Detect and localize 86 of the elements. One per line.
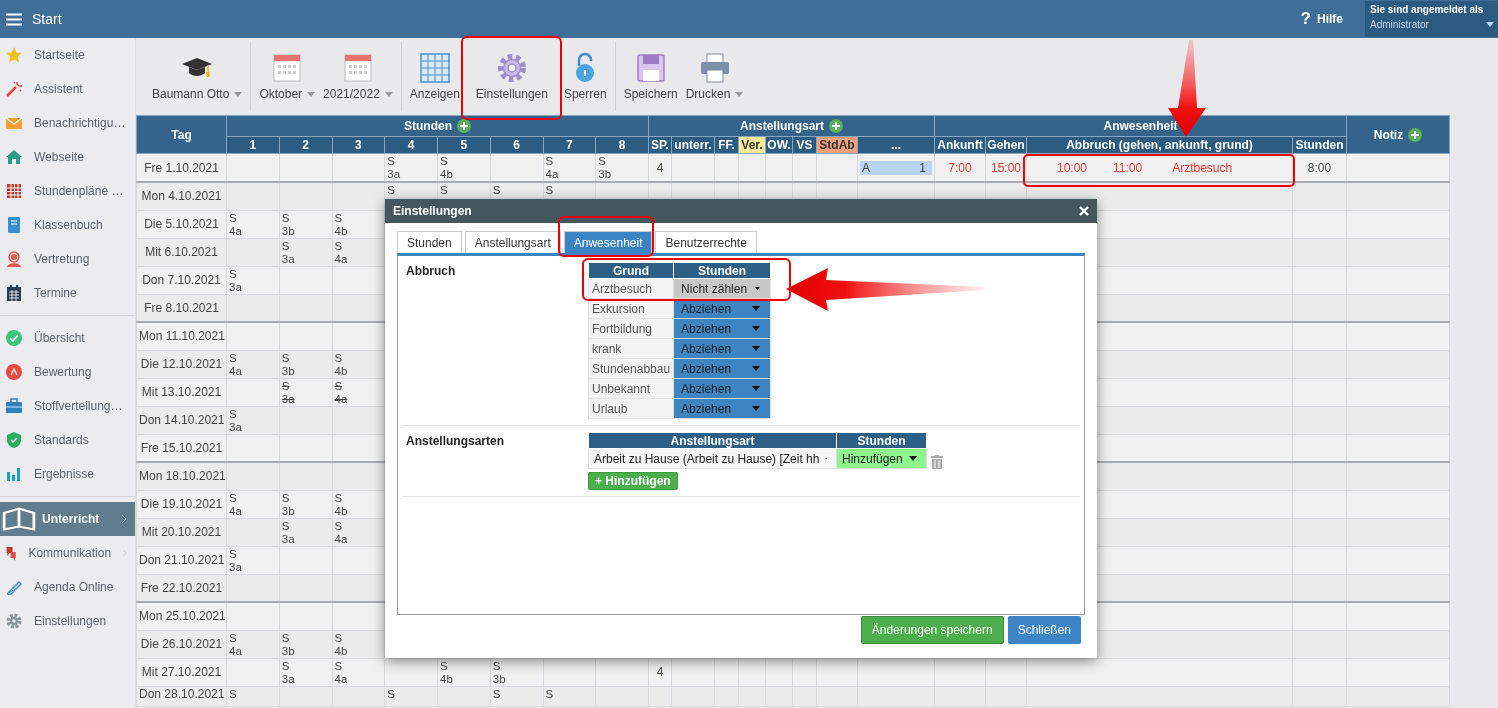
sidebar-item[interactable]: Übersicht: [0, 321, 135, 355]
column-header: Stunden: [673, 262, 771, 279]
sidebar-item[interactable]: Benachrichtigu…: [0, 106, 135, 140]
table-cell: Urlaub: [588, 398, 674, 419]
toolbar-button[interactable]: Speichern: [619, 42, 682, 111]
column-header: Anwesenheit: [1103, 119, 1178, 133]
hours-select[interactable]: Hinzufügen: [837, 449, 926, 468]
close-button[interactable]: Schließen: [1007, 616, 1081, 644]
tab[interactable]: Anwesenheit: [563, 231, 653, 253]
table-cell: Arztbesuch: [588, 278, 674, 299]
date-cell: Don 21.10.2021: [136, 546, 227, 574]
code-field[interactable]: A 1: [860, 160, 932, 175]
column-header: Notiz: [1373, 127, 1404, 142]
sidebar-item[interactable]: Unterricht: [0, 502, 135, 536]
column-header: Stunden: [836, 432, 927, 449]
date-cell: Die 19.10.2021: [136, 490, 227, 518]
page-title: Start: [32, 11, 62, 27]
date-cell: Mit 13.10.2021: [136, 378, 227, 406]
date-cell: Fre 15.10.2021: [136, 434, 227, 462]
tab[interactable]: Anstellungsart: [464, 231, 561, 253]
sidebar-item[interactable]: Termine: [0, 276, 135, 310]
sidebar-item[interactable]: Agenda Online: [0, 570, 135, 604]
time-text: 10:00: [1057, 160, 1088, 175]
type-select[interactable]: Arbeit zu Hause (Arbeit zu Hause) [Zeit hh: [589, 449, 836, 468]
sidebar-item[interactable]: Klassenbuch: [0, 208, 135, 242]
toolbar-button[interactable]: Anzeigen: [405, 42, 464, 111]
sidebar-item[interactable]: Ergebnisse: [0, 457, 135, 491]
date-cell: Die 5.10.2021: [136, 210, 227, 238]
sidebar-item[interactable]: Stundenpläne …: [0, 174, 135, 208]
sidebar-item[interactable]: Vertretung: [0, 242, 135, 276]
sidebar-item[interactable]: Assistent: [0, 72, 135, 106]
date-cell: Mon 4.10.2021: [136, 182, 227, 210]
hours-select[interactable]: Abziehen: [674, 359, 771, 378]
sidebar-item[interactable]: Webseite: [0, 140, 135, 174]
table-cell: krank: [588, 338, 674, 359]
date-cell: Mon 11.10.2021: [136, 322, 227, 350]
hours-select[interactable]: Nicht zählen: [674, 279, 771, 298]
toolbar-button[interactable]: Einstellungen: [463, 42, 560, 111]
toolbar-button[interactable]: Drucken: [681, 42, 748, 111]
date-cell: Don 7.10.2021: [136, 266, 227, 294]
sidebar-item[interactable]: Einstellungen: [0, 604, 135, 638]
date-cell: Mit 20.10.2021: [136, 518, 227, 546]
hours-select[interactable]: Abziehen: [674, 339, 771, 358]
sidebar-item[interactable]: Standards: [0, 423, 135, 457]
table-cell: Fortbildung: [588, 318, 674, 339]
hours-select[interactable]: Abziehen: [674, 399, 771, 418]
help-icon[interactable]: ?: [1300, 9, 1311, 29]
table-cell: Unbekannt: [588, 378, 674, 399]
tab[interactable]: Benutzerrechte: [655, 231, 757, 253]
date-cell: Mit 6.10.2021: [136, 238, 227, 266]
hours-select[interactable]: Abziehen: [674, 319, 771, 338]
sidebar-item[interactable]: Bewertung: [0, 355, 135, 389]
sidebar-item[interactable]: Stoffverteilung…: [0, 389, 135, 423]
date-cell: Mit 27.10.2021: [136, 658, 227, 686]
date-cell: Die 12.10.2021: [136, 350, 227, 378]
column-header: Anstellungsart: [740, 119, 824, 133]
toolbar-button[interactable]: 2021/2022: [319, 42, 397, 111]
section-label: Abbruch: [405, 263, 457, 280]
code-letter: A: [862, 160, 870, 175]
toolbar-button[interactable]: Sperren: [559, 42, 611, 111]
date-cell: Don 14.10.2021: [136, 406, 227, 434]
code-value: 1: [919, 160, 926, 175]
sidebar-item[interactable]: Kommunikation: [0, 536, 135, 570]
section-label: Anstellungsarten: [405, 433, 505, 450]
toolbar-button[interactable]: Oktober: [255, 42, 320, 111]
user-name: Administrator: [1370, 19, 1429, 30]
date-cell: Don 28.10.2021: [136, 686, 227, 706]
reason-text: Arztbesuch: [1172, 160, 1233, 175]
column-header: Grund: [588, 262, 674, 279]
table-cell: Stundenabbau: [588, 358, 674, 379]
date-cell: Fre 22.10.2021: [136, 574, 227, 602]
column-header: Stunden: [404, 119, 452, 133]
column-header: Tag: [171, 127, 192, 142]
date-cell: Fre 8.10.2021: [136, 294, 227, 322]
date-cell: Die 26.10.2021: [136, 630, 227, 658]
toolbar-button[interactable]: Baumann Otto: [148, 42, 247, 111]
column-header: Anstellungsart: [588, 432, 837, 449]
sidebar-item[interactable]: Startseite: [0, 38, 135, 72]
hours-select[interactable]: Abziehen: [674, 379, 771, 398]
date-cell: Mon 18.10.2021: [136, 462, 227, 490]
time-text: 11:00: [1113, 160, 1143, 175]
tab[interactable]: Stunden: [397, 231, 462, 253]
help-link[interactable]: Hilfe: [1317, 12, 1343, 26]
date-cell: Mon 25.10.2021: [136, 602, 227, 630]
login-label: Sie sind angemeldet als: [1370, 4, 1485, 15]
user-menu[interactable]: Sie sind angemeldet als Administrator: [1365, 1, 1498, 37]
